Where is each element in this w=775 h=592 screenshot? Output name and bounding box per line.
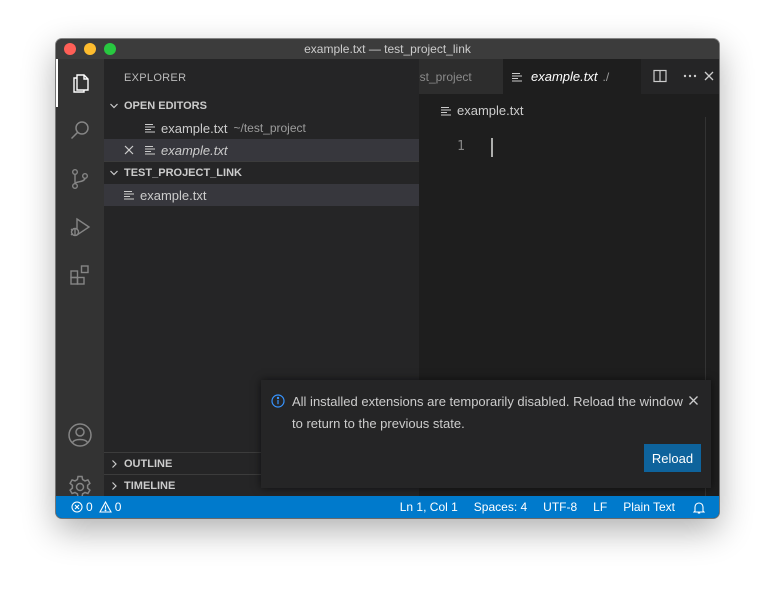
folder-header[interactable]: TEST_PROJECT_LINK (104, 161, 419, 184)
folder-file-item[interactable]: example.txt (104, 184, 419, 206)
extensions-activity[interactable] (56, 251, 104, 299)
tab-bar: est_project example.txt ./ (419, 59, 719, 94)
chevron-down-icon (110, 170, 118, 176)
notifications-bell[interactable] (683, 501, 719, 514)
file-lines-icon (512, 72, 522, 81)
error-icon (71, 501, 83, 513)
breadcrumb[interactable]: example.txt (441, 103, 523, 118)
tab-description: ./ (602, 69, 610, 84)
vscode-window: example.txt — test_project_link EXPLORER… (56, 39, 719, 518)
open-editor-description: ~/test_project (233, 121, 306, 135)
open-editor-label: example.txt (161, 142, 228, 158)
run-debug-activity[interactable] (56, 203, 104, 251)
tab-test-project[interactable]: est_project (419, 59, 503, 94)
indentation[interactable]: Spaces: 4 (466, 500, 535, 514)
tab-example-txt[interactable]: example.txt ./ (503, 59, 714, 94)
problems-indicator[interactable]: 0 0 (71, 500, 121, 514)
more-actions-icon[interactable] (683, 74, 697, 78)
file-lines-icon (441, 106, 451, 115)
run-debug-icon (70, 217, 91, 237)
extensions-icon (70, 265, 89, 285)
folder-label: TEST_PROJECT_LINK (124, 167, 242, 179)
notification-message: All installed extensions are temporarily… (292, 394, 683, 431)
search-icon (70, 121, 89, 140)
open-editor-label: example.txt (161, 120, 228, 136)
account-icon (68, 423, 92, 447)
window-title: example.txt — test_project_link (304, 42, 471, 56)
search-activity[interactable] (56, 107, 104, 155)
open-editors-header[interactable]: OPEN EDITORS (104, 95, 419, 117)
breadcrumb-file: example.txt (457, 103, 524, 118)
status-bar: 0 0 Ln 1, Col 1 Spaces: 4 UTF-8 LF Plain… (56, 496, 719, 518)
info-icon (271, 394, 285, 408)
tab-label: example.txt (531, 69, 598, 84)
close-icon[interactable] (688, 395, 699, 406)
chevron-right-icon (112, 481, 117, 490)
file-lines-icon (145, 124, 155, 133)
notification-toast: All installed extensions are temporarily… (261, 380, 711, 488)
split-editor-icon[interactable] (653, 69, 667, 83)
chevron-down-icon (110, 103, 118, 109)
files-icon (73, 74, 89, 93)
file-lines-icon (124, 191, 134, 200)
error-count: 0 (86, 500, 93, 514)
open-editors-label: OPEN EDITORS (124, 100, 207, 112)
bell-icon (693, 501, 705, 514)
close-icon[interactable] (124, 145, 134, 155)
end-of-line[interactable]: LF (585, 500, 615, 514)
warning-count: 0 (114, 500, 122, 514)
accounts-activity[interactable] (56, 411, 104, 459)
tab-label: est_project (419, 70, 472, 84)
sidebar-title: EXPLORER (124, 72, 187, 84)
file-lines-icon (145, 146, 155, 155)
close-icon[interactable] (703, 70, 715, 82)
source-control-icon (71, 169, 88, 190)
folder-file-label: example.txt (140, 187, 207, 203)
text-cursor[interactable] (491, 138, 493, 157)
open-editor-item-active[interactable]: example.txt (104, 139, 419, 161)
open-editor-item[interactable]: example.txt ~/test_project (104, 117, 419, 139)
line-number: 1 (457, 139, 465, 154)
explorer-activity[interactable] (56, 59, 104, 107)
reload-button[interactable]: Reload (644, 444, 701, 472)
encoding[interactable]: UTF-8 (535, 500, 585, 514)
chevron-right-icon (112, 459, 117, 468)
language-mode[interactable]: Plain Text (615, 500, 683, 514)
source-control-activity[interactable] (56, 155, 104, 203)
outline-label: OUTLINE (124, 457, 173, 470)
activity-bar (56, 59, 104, 498)
cursor-position[interactable]: Ln 1, Col 1 (392, 500, 466, 514)
timeline-label: TIMELINE (124, 479, 176, 492)
title-bar: example.txt — test_project_link (56, 39, 719, 59)
warning-icon (98, 501, 112, 513)
